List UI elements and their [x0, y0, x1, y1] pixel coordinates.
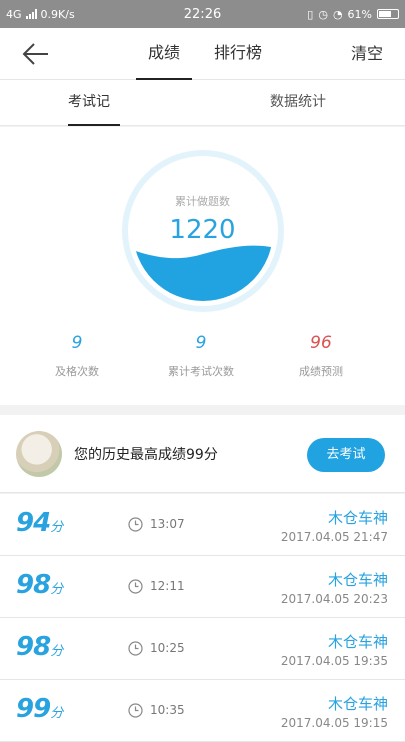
clock-icon — [128, 641, 143, 656]
record-username: 木仓车神 — [327, 633, 388, 651]
sub-tab-bar: 考试记录 数据统计 — [0, 80, 405, 154]
battery-icon — [377, 9, 399, 19]
record-date: 2017.04.05 20:23 — [280, 592, 388, 606]
metric-label: 累计考试次数 — [168, 365, 234, 378]
table-row[interactable]: 99分 10:35 木仓车神 2017.04.05 19:15 — [0, 680, 405, 742]
metric-value: 9 — [195, 333, 207, 353]
clock-icon — [128, 517, 143, 532]
clear-button[interactable]: 清空 — [351, 28, 383, 80]
best-score-text: 您的历史最高成绩99分 — [74, 447, 218, 463]
app-header: 成绩 排行榜 清空 — [0, 28, 405, 80]
tab-leaderboard[interactable]: 排行榜 — [214, 28, 262, 80]
record-date: 2017.04.05 19:35 — [280, 654, 388, 668]
avatar — [16, 431, 62, 477]
exam-record-list: 94分 13:07 木仓车神 2017.04.05 21:47 98分 12:1… — [0, 494, 405, 742]
metric-score-prediction: 96 成绩预测 — [256, 333, 386, 379]
table-row[interactable]: 98分 10:25 木仓车神 2017.04.05 19:35 — [0, 618, 405, 680]
stats-panel: 累计做题数 1220 9 及格次数 9 累计考试次数 96 成绩预测 — [0, 127, 405, 405]
record-duration: 10:25 — [150, 641, 185, 655]
record-date: 2017.04.05 21:47 — [280, 530, 388, 544]
record-duration: 12:11 — [150, 579, 185, 593]
clock-time: 22:26 — [183, 6, 222, 22]
tab-data-statistics[interactable]: 数据统计 — [270, 80, 326, 126]
take-exam-button[interactable]: 去考试 — [307, 438, 385, 472]
record-score: 94分 — [16, 508, 63, 538]
status-bar: 4G 0.9K/s 22:26 ▯ ◷ ◔ 61% — [0, 0, 405, 28]
back-arrow-icon[interactable] — [20, 40, 50, 68]
gauge-label: 累计做题数 — [175, 195, 230, 208]
best-score-card: 您的历史最高成绩99分 去考试 — [0, 415, 405, 493]
table-row[interactable]: 98分 12:11 木仓车神 2017.04.05 20:23 — [0, 556, 405, 618]
metric-label: 成绩预测 — [299, 365, 343, 378]
tab-score[interactable]: 成绩 — [136, 28, 192, 80]
gauge-value: 1220 — [169, 215, 236, 245]
table-row[interactable]: 94分 13:07 木仓车神 2017.04.05 21:47 — [0, 494, 405, 556]
tab-exam-records[interactable]: 考试记录 — [68, 80, 120, 154]
metric-value: 96 — [310, 333, 332, 353]
record-duration: 13:07 — [150, 517, 185, 531]
clock-icon — [128, 703, 143, 718]
metric-pass-count: 9 及格次数 — [12, 333, 142, 379]
metric-exam-count: 9 累计考试次数 — [136, 333, 266, 379]
metric-value: 9 — [71, 333, 83, 353]
record-username: 木仓车神 — [327, 509, 388, 527]
clock-icon — [128, 579, 143, 594]
record-date: 2017.04.05 19:15 — [280, 716, 388, 730]
record-score: 98分 — [16, 570, 63, 600]
record-score: 98分 — [16, 632, 63, 662]
record-username: 木仓车神 — [327, 695, 388, 713]
record-username: 木仓车神 — [327, 571, 388, 589]
metric-label: 及格次数 — [55, 365, 99, 378]
record-duration: 10:35 — [150, 703, 185, 717]
